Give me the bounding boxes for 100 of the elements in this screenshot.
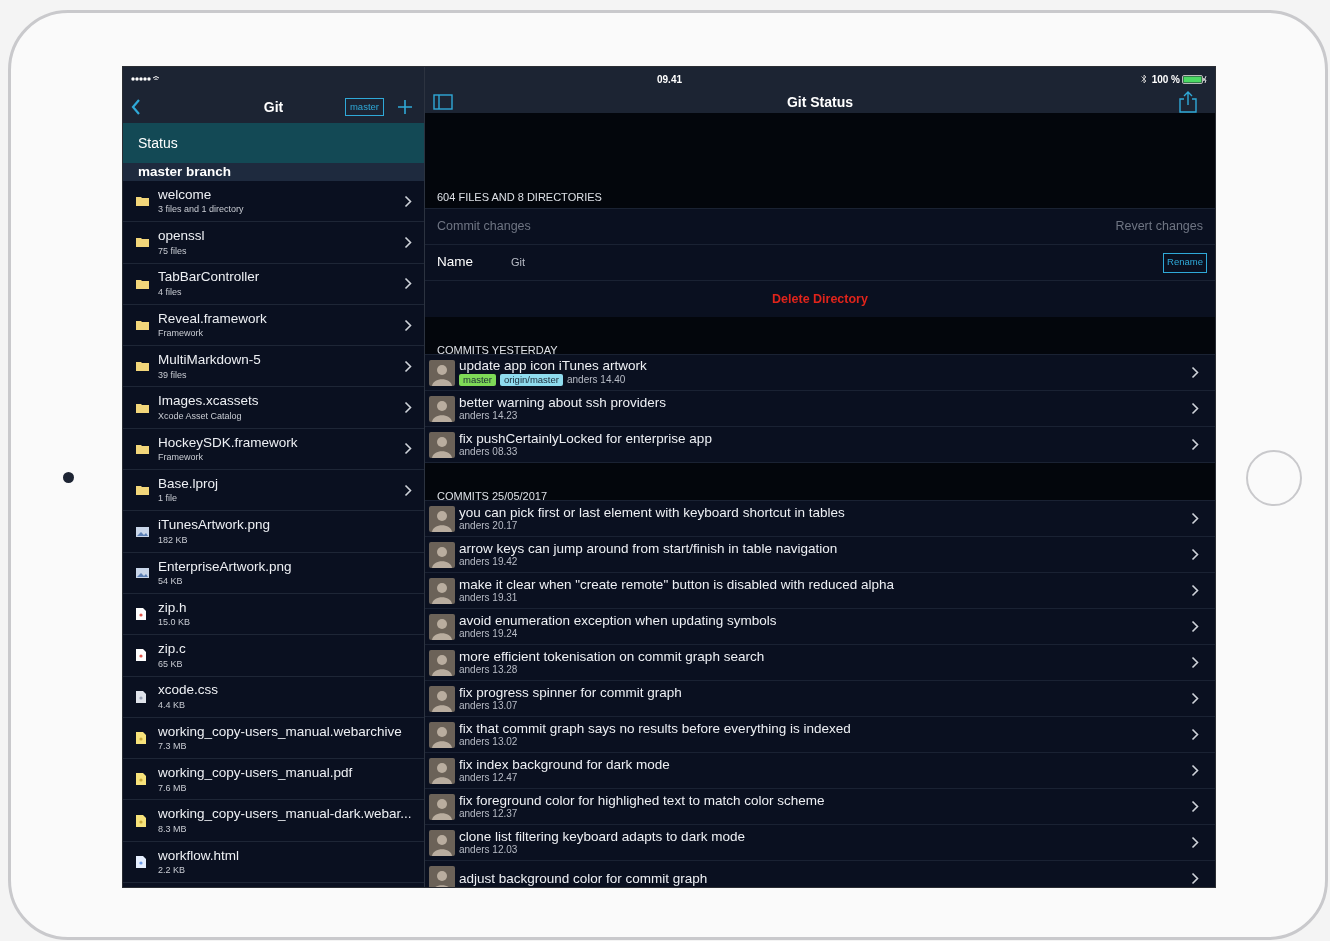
commit-author-time: anders 12.37: [459, 809, 518, 820]
file-row[interactable]: Reveal.framework Framework: [123, 304, 424, 347]
file-row[interactable]: working_copy-users_manual.webarchive 7.3 MB: [123, 717, 424, 760]
chevron-right-icon: [1191, 800, 1199, 813]
file-row[interactable]: TabBarController 4 files: [123, 263, 424, 305]
commit-row[interactable]: fix pushCertainlyLocked for enterprise app anders 08.33: [425, 427, 1215, 463]
file-name: HockeySDK.framework: [158, 435, 299, 450]
battery-icon: [1182, 74, 1207, 84]
chevron-right-icon: [1191, 548, 1199, 561]
commit-author-time: anders 20.17: [459, 521, 518, 532]
front-camera: [63, 472, 74, 483]
commit-message: fix progress spinner for commit graph: [459, 685, 683, 700]
folder-icon: [136, 278, 149, 289]
file-name: Reveal.framework: [158, 311, 268, 326]
chevron-right-icon: [1191, 402, 1199, 415]
commit-row[interactable]: clone list filtering keyboard adapts to dark mode anders 12.03: [425, 825, 1215, 861]
sidebar-title: Git: [263, 97, 284, 117]
file-row[interactable]: zip.c 65 KB: [123, 635, 424, 677]
commit-changes-button[interactable]: Commit changes: [437, 217, 531, 236]
file-detail: 15.0 KB: [158, 618, 192, 628]
file-row[interactable]: zip.h 15.0 KB: [123, 593, 424, 636]
commit-row[interactable]: arrow keys can jump around from start/finish in table navigation anders 19.42: [425, 537, 1215, 573]
file-row[interactable]: Base.lproj 1 file: [123, 470, 424, 512]
chevron-right-icon: [1191, 620, 1199, 633]
commit-row[interactable]: avoid enumeration exception when updating symbols anders 19.24: [425, 609, 1215, 645]
commit-message: fix foreground color for highlighed text to match color scheme: [459, 793, 826, 808]
file-detail: Xcode Asset Catalog: [158, 411, 243, 421]
file-name: working_copy-users_manual-dark.webar...: [158, 807, 412, 821]
file-row[interactable]: openssl 75 files: [123, 222, 424, 264]
file-row[interactable]: MultiMarkdown-5 39 files: [123, 346, 424, 388]
folder-icon: [136, 443, 149, 454]
commit-row[interactable]: adjust background color for commit graph: [425, 861, 1215, 887]
commit-message: fix index background for dark mode: [459, 757, 671, 772]
chevron-right-icon: [1191, 728, 1199, 741]
back-icon[interactable]: [131, 99, 141, 115]
commit-row[interactable]: fix progress spinner for commit graph anders 13.07: [425, 681, 1215, 717]
file-row[interactable]: working_copy-users_manual-dark.webar... 8.3 MB: [123, 800, 424, 842]
file-detail: 2.2 KB: [158, 866, 187, 876]
delete-directory-button[interactable]: Delete Directory: [772, 289, 868, 309]
share-icon[interactable]: [1179, 91, 1197, 113]
name-field[interactable]: Git: [511, 254, 1164, 271]
commit-row[interactable]: fix that commit graph says no results before everything is indexed anders 13.02: [425, 717, 1215, 753]
folder-icon: [136, 402, 149, 413]
chevron-right-icon: [1191, 836, 1199, 849]
avatar-placeholder: [429, 359, 455, 386]
file-detail: 75 files: [158, 246, 188, 256]
commit-author-time: anders 13.07: [459, 701, 518, 712]
commit-author-time: anders 19.24: [459, 629, 518, 640]
chevron-right-icon: [1191, 366, 1199, 379]
file-name: Base.lproj: [158, 476, 220, 491]
chevron-right-icon: [1191, 584, 1199, 597]
chevron-right-icon: [404, 235, 412, 249]
file-row[interactable]: workflow.html 2.2 KB: [123, 841, 424, 884]
commit-message: adjust background color for commit graph: [459, 871, 709, 886]
file-detail: 39 files: [158, 370, 188, 380]
sidebar-toggle-icon[interactable]: [433, 94, 453, 110]
revert-changes-button[interactable]: Revert changes: [1115, 217, 1203, 236]
avatar-placeholder: [429, 721, 455, 748]
folder-icon: [136, 361, 149, 372]
avatar-placeholder: [429, 793, 455, 820]
file-detail: 1 file: [158, 494, 178, 504]
file-row[interactable]: Images.xcassets Xcode Asset Catalog: [123, 387, 424, 429]
commit-author-time: anders 13.02: [459, 737, 518, 748]
file-row[interactable]: EnterpriseArtwork.png 54 KB: [123, 552, 424, 594]
folder-icon: [136, 320, 149, 331]
commit-row[interactable]: fix index background for dark mode anders 12.47: [425, 753, 1215, 789]
status-item[interactable]: Status: [123, 123, 424, 163]
commit-row[interactable]: you can pick first or last element with keyboard shortcut in tables anders 20.17: [425, 501, 1215, 537]
commit-row[interactable]: update app icon iTunes artwork master origin/master anders 14.40: [425, 355, 1215, 391]
document-icon: [136, 690, 146, 703]
file-row[interactable]: iTunesArtwork.png 182 KB: [123, 511, 424, 553]
commit-row[interactable]: more efficient tokenisation on commit graph search anders 13.28: [425, 645, 1215, 681]
chevron-right-icon: [1191, 656, 1199, 669]
file-name: working_copy-users_manual.pdf: [158, 766, 354, 780]
chevron-right-icon: [404, 318, 412, 332]
section-header: master branch: [123, 163, 424, 181]
branch-button[interactable]: master: [344, 98, 384, 116]
add-icon[interactable]: [398, 100, 412, 114]
commit-row[interactable]: fix foreground color for highlighed text to match color scheme anders 12.37: [425, 789, 1215, 825]
file-row[interactable]: xcode.css 4.4 KB: [123, 676, 424, 718]
commit-row[interactable]: make it clear when "create remote" button is disabled with reduced alpha anders 19.31: [425, 573, 1215, 609]
commit-message: fix pushCertainlyLocked for enterprise app: [459, 431, 713, 446]
bluetooth-icon: [1140, 74, 1147, 84]
file-detail: 7.6 MB: [158, 783, 188, 793]
chevron-right-icon: [1191, 692, 1199, 705]
file-detail: Framework: [158, 329, 204, 339]
commit-author-time: anders 12.47: [459, 773, 518, 784]
document-icon: [136, 608, 146, 621]
file-row[interactable]: working_copy-users_manual.pdf 7.6 MB: [123, 759, 424, 801]
folder-icon: [136, 237, 149, 248]
commit-row[interactable]: better warning about ssh providers anders 14.23: [425, 391, 1215, 427]
commit-message: make it clear when "create remote" button is disabled with reduced alpha: [459, 577, 896, 592]
document-icon: [136, 649, 146, 662]
file-row[interactable]: welcome 3 files and 1 directory: [123, 181, 424, 223]
commit-author-time: anders 14.40: [566, 375, 626, 386]
chevron-right-icon: [1191, 512, 1199, 525]
commit-author-time: anders 19.42: [459, 557, 518, 568]
chevron-right-icon: [1191, 438, 1199, 451]
file-row[interactable]: HockeySDK.framework Framework: [123, 428, 424, 471]
rename-button[interactable]: Rename: [1163, 252, 1207, 273]
